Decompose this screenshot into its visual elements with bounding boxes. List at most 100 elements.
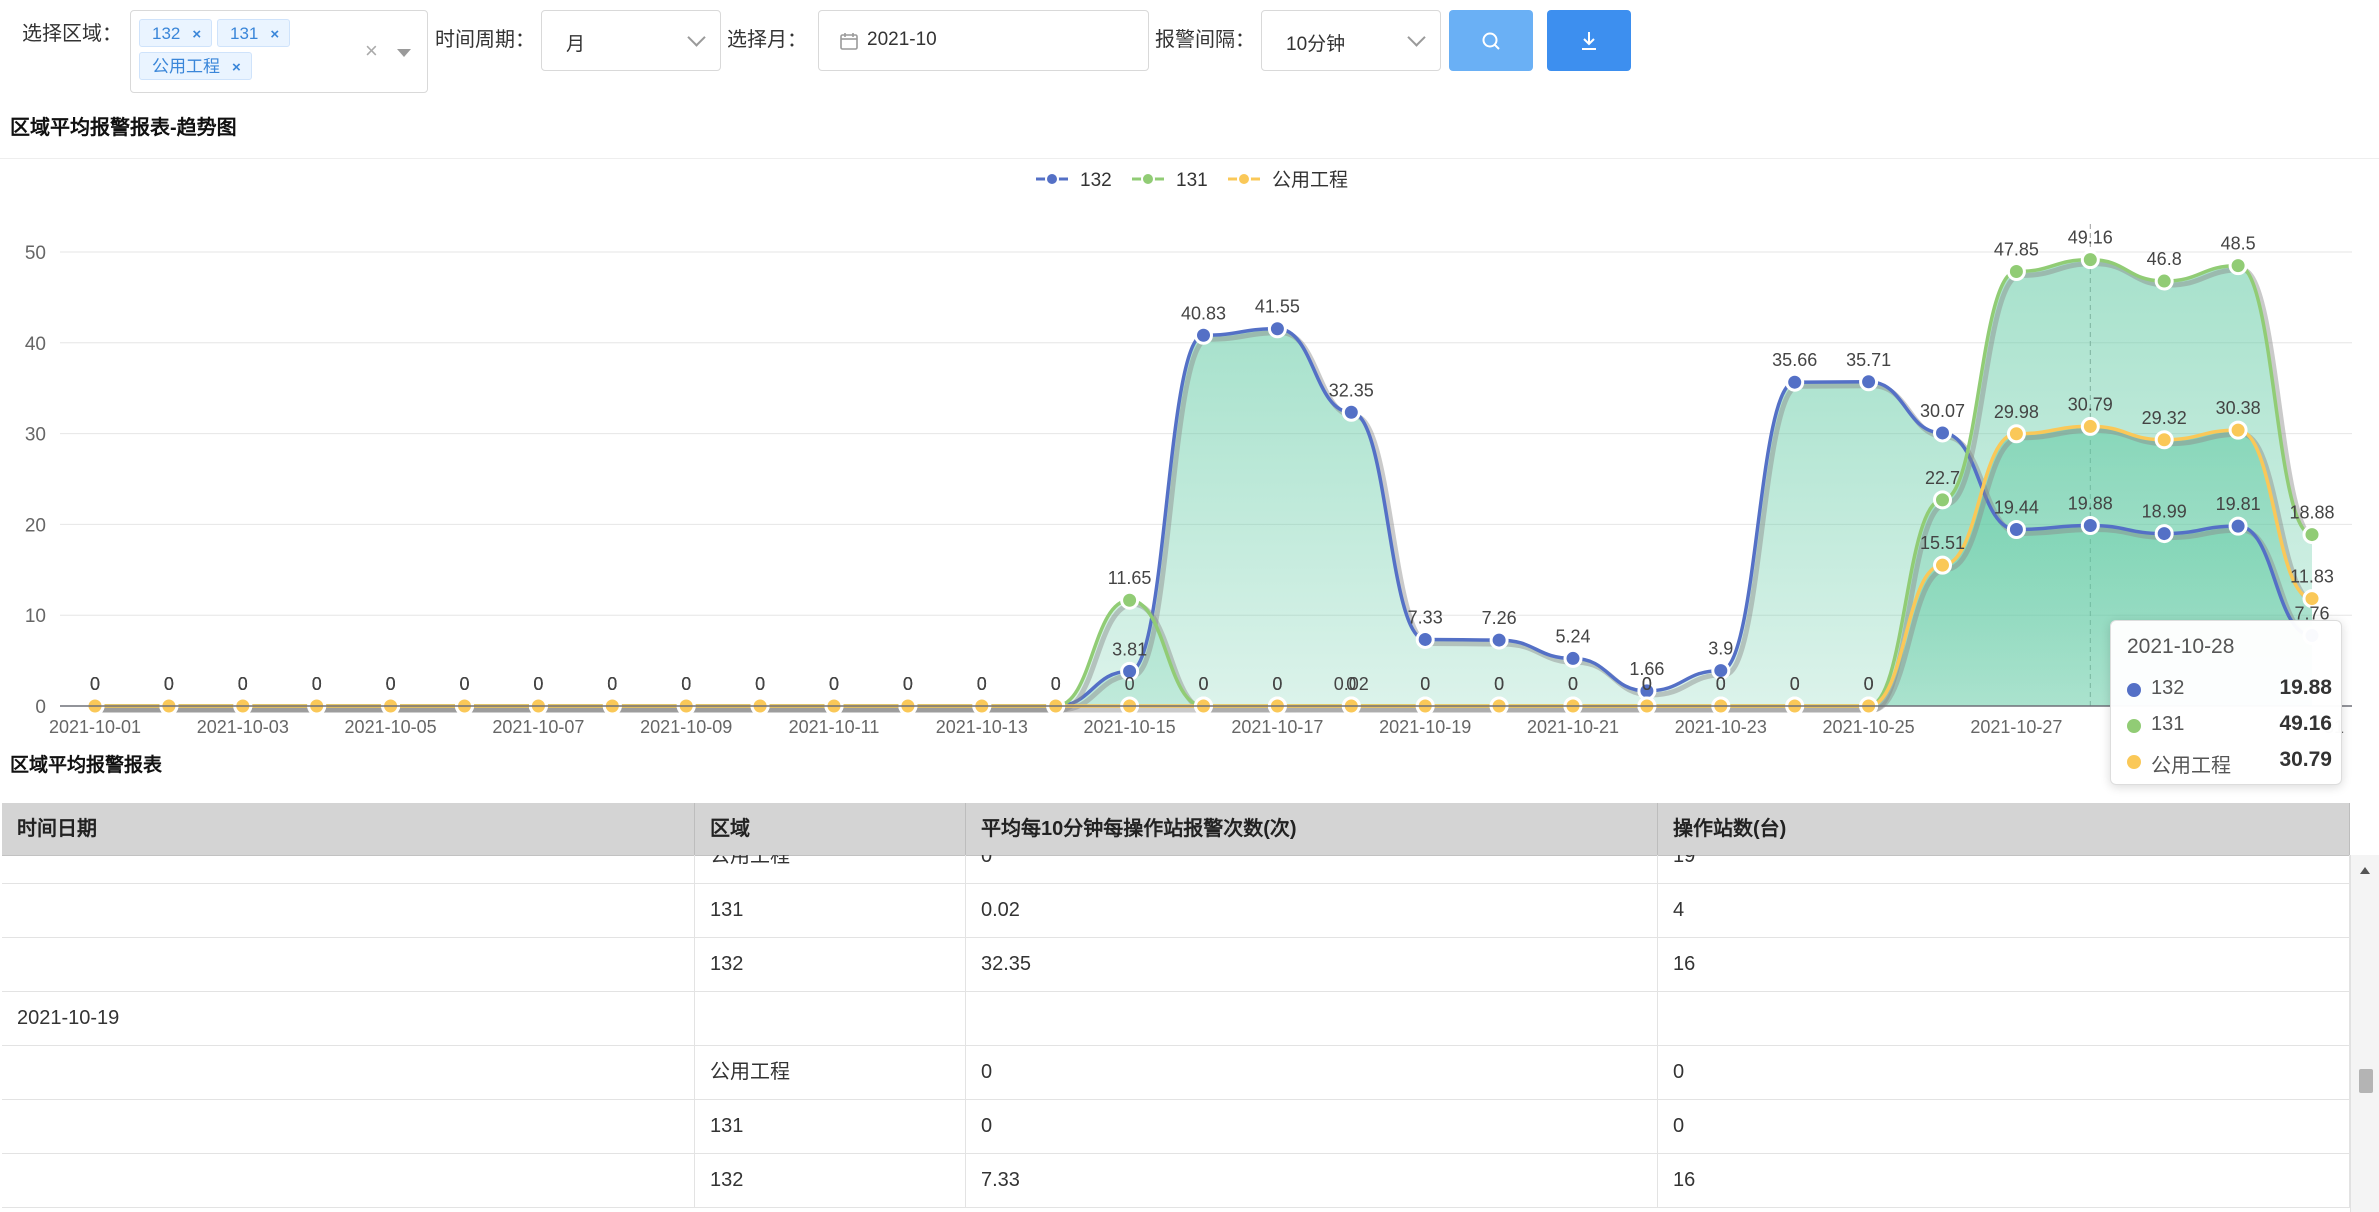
- data-point[interactable]: [2154, 524, 2174, 544]
- cell-date: [2, 937, 695, 991]
- data-label: 0: [1420, 674, 1430, 694]
- data-point[interactable]: [1563, 648, 1583, 668]
- data-point[interactable]: [2228, 256, 2248, 276]
- cell-region: 132: [695, 937, 966, 991]
- data-point[interactable]: [1120, 590, 1140, 610]
- cell-date: [2, 1045, 695, 1099]
- data-point[interactable]: [2228, 420, 2248, 440]
- tooltip-row: 公用工程 30.79: [2127, 745, 2332, 779]
- table-row[interactable]: 公用工程 0 0: [2, 1045, 2350, 1100]
- column-header-stations[interactable]: 操作站数(台): [1658, 803, 2350, 855]
- data-label: 5.24: [1555, 626, 1590, 646]
- table-row[interactable]: 131 0 0: [2, 1099, 2350, 1154]
- cell-region: 131: [695, 1099, 966, 1153]
- trend-chart[interactable]: 0 0 0 0 0 0 0 0 0 0 0 0 0 0 3.81 40.83 41.55 32.35 7.33 7.2…: [0, 0, 2379, 760]
- data-point[interactable]: [1785, 372, 1805, 392]
- data-label: 0: [1864, 674, 1874, 694]
- x-tick-label: 2021-10-07: [492, 717, 584, 737]
- data-label: 40.83: [1181, 303, 1226, 323]
- data-label: 0: [312, 674, 322, 694]
- table-row[interactable]: 132 7.33 16: [2, 1153, 2350, 1208]
- data-point[interactable]: [2006, 262, 2026, 282]
- data-label: 41.55: [1255, 297, 1300, 317]
- data-label: 18.99: [2142, 502, 2187, 522]
- data-label: 30.07: [1920, 401, 1965, 421]
- data-point[interactable]: [2080, 416, 2100, 436]
- data-label: 47.85: [1994, 240, 2039, 260]
- data-label: 15.51: [1920, 533, 1965, 553]
- data-label: 30.38: [2216, 398, 2261, 418]
- table-section-title: 区域平均报警报表: [10, 755, 163, 776]
- data-label: 30.79: [2068, 394, 2113, 414]
- data-label: 0: [977, 674, 987, 694]
- table-row[interactable]: 2021-10-19: [2, 991, 2350, 1046]
- data-label: 0: [903, 674, 913, 694]
- legend-label[interactable]: 公用工程: [1272, 169, 1348, 191]
- legend[interactable]: 132 131 公用工程: [1036, 169, 1348, 191]
- cell-stations: 0: [1658, 1099, 2350, 1153]
- tooltip-date: 2021-10-28: [2127, 635, 2235, 658]
- scrollbar-thumb[interactable]: [2359, 1069, 2373, 1093]
- tooltip-row: 132 19.88: [2127, 673, 2332, 707]
- x-tick-label: 2021-10-13: [936, 717, 1028, 737]
- data-label: 0: [829, 674, 839, 694]
- tooltip-series-name: 131: [2151, 713, 2185, 735]
- cell-stations: 16: [1658, 937, 2350, 991]
- cell-region: 132: [695, 1153, 966, 1207]
- legend-marker: [1141, 172, 1155, 186]
- table-row[interactable]: 131 0.02 4: [2, 883, 2350, 938]
- data-point[interactable]: [1267, 319, 1287, 339]
- data-label: 0: [533, 674, 543, 694]
- data-label: 48.5: [2221, 234, 2256, 254]
- cell-stations: 16: [1658, 1153, 2350, 1207]
- cell-date: [2, 1153, 695, 1207]
- legend-marker: [1045, 172, 1059, 186]
- scroll-up-arrow-icon[interactable]: [2360, 867, 2370, 874]
- data-label: 0: [90, 674, 100, 694]
- series-dot: [2127, 755, 2141, 769]
- column-header-avg-alarms[interactable]: 平均每10分钟每操作站报警次数(次): [966, 803, 1658, 855]
- x-tick-label: 2021-10-19: [1379, 717, 1471, 737]
- data-point[interactable]: [1194, 325, 1213, 345]
- chart-tooltip: 2021-10-28 132 19.88 131 49.16 公用工程 30.7…: [2110, 620, 2342, 785]
- data-label: 7.33: [1408, 607, 1443, 627]
- data-point[interactable]: [1489, 630, 1509, 650]
- data-point[interactable]: [2154, 430, 2174, 450]
- data-point[interactable]: [1933, 423, 1952, 443]
- data-point[interactable]: [1933, 555, 1952, 575]
- cell-region: 公用工程: [695, 855, 966, 883]
- data-label: 0: [1051, 674, 1061, 694]
- cell-stations: 19: [1658, 855, 2350, 883]
- data-point[interactable]: [1415, 629, 1435, 649]
- column-header-region[interactable]: 区域: [695, 803, 966, 855]
- table-body[interactable]: 公用工程 0 19 131 0.02 4 132 32.35 16 2021-1…: [2, 855, 2350, 1212]
- table-scrollbar[interactable]: [2350, 855, 2379, 1212]
- data-point[interactable]: [1933, 490, 1952, 510]
- cell-date: [2, 883, 695, 937]
- data-label: 0: [386, 674, 396, 694]
- table-row[interactable]: 132 32.35 16: [2, 937, 2350, 992]
- data-point[interactable]: [2154, 271, 2174, 291]
- data-point[interactable]: [2228, 516, 2248, 536]
- data-point[interactable]: [2302, 525, 2322, 545]
- data-point[interactable]: [1341, 402, 1361, 422]
- data-point[interactable]: [2006, 519, 2026, 539]
- column-header-date[interactable]: 时间日期: [2, 803, 695, 855]
- x-tick-label: 2021-10-23: [1675, 717, 1767, 737]
- legend-label[interactable]: 131: [1176, 170, 1208, 191]
- data-point[interactable]: [2006, 424, 2026, 444]
- cell-stations: 0: [1658, 1045, 2350, 1099]
- legend-label[interactable]: 132: [1080, 170, 1112, 191]
- data-point[interactable]: [2080, 250, 2100, 270]
- tooltip-series-value: 30.79: [2279, 748, 2332, 771]
- cell-avg-alarms: 0.02: [966, 883, 1658, 937]
- x-tick-label: 2021-10-27: [1970, 717, 2062, 737]
- data-label: 0: [238, 674, 248, 694]
- table-row[interactable]: 公用工程 0 19: [2, 855, 2350, 884]
- data-label: 0: [1494, 674, 1504, 694]
- data-point[interactable]: [2080, 515, 2100, 535]
- cell-stations: [1658, 991, 2350, 1045]
- data-point[interactable]: [1859, 372, 1879, 392]
- data-label: 0: [1125, 674, 1135, 694]
- data-label: 0: [1198, 674, 1208, 694]
